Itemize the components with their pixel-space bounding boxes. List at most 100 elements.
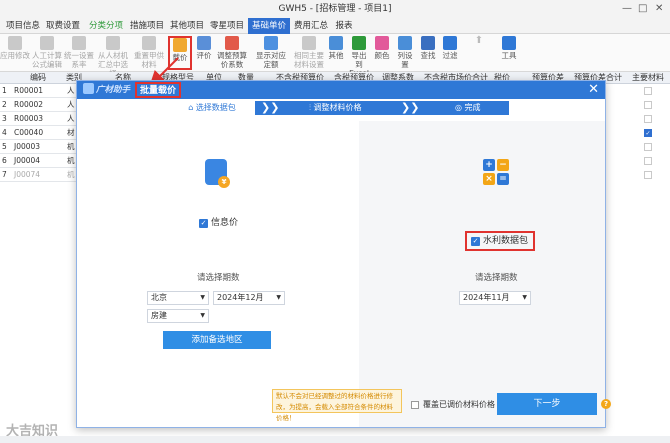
calculator-grid-icon: + − × = xyxy=(483,159,509,185)
close-icon[interactable]: ✕ xyxy=(588,81,599,99)
material-icon xyxy=(302,36,316,50)
color-button[interactable]: 颜色 xyxy=(372,36,392,70)
palette-icon xyxy=(375,36,389,50)
funnel-icon xyxy=(443,36,457,50)
window-titlebar: GWH5 - [招标管理 - 项目1] — □ ✕ xyxy=(0,0,670,18)
check-circle-icon: ◎ xyxy=(455,103,465,112)
chevron-down-icon: ▼ xyxy=(200,294,205,301)
unified-rate-button[interactable]: 统一设置系率 xyxy=(64,36,94,70)
province-select[interactable]: 北京 ▼ xyxy=(147,291,209,305)
minimize-icon[interactable]: — xyxy=(622,0,632,18)
step-finish: ◎ 完成 xyxy=(455,103,481,112)
table-row[interactable]: 4 C00040 材 xyxy=(0,126,80,140)
col-main-material[interactable]: 主要材料 xyxy=(632,72,664,84)
window-title: GWH5 - [招标管理 - 项目1] xyxy=(278,4,392,14)
quota-icon xyxy=(264,36,278,50)
column-settings-button[interactable]: 列设置 xyxy=(394,36,416,70)
package-icon: ⌂ xyxy=(188,103,196,112)
tab-measure-items[interactable]: 措施项目 xyxy=(128,18,166,34)
tab-fee-settings[interactable]: 取费设置 xyxy=(44,18,82,34)
tab-sporadic-items[interactable]: 零星项目 xyxy=(208,18,246,34)
table-row[interactable]: 2 R00002 人 xyxy=(0,98,80,112)
period-label: 请选择期数 xyxy=(475,273,518,283)
period-label: 请选择期数 xyxy=(197,273,240,283)
tab-other-items[interactable]: 其他项目 xyxy=(168,18,206,34)
find-button[interactable]: 查找 xyxy=(418,36,438,70)
reset-icon xyxy=(142,36,156,50)
tab-project-info[interactable]: 项目信息 xyxy=(4,18,42,34)
chevron-right-icon: ❯❯ xyxy=(261,101,280,114)
tab-classified-items[interactable]: 分类分项 xyxy=(86,18,126,34)
dialog-header: 广材助手 批量载价 ✕ xyxy=(77,81,605,99)
menu-bar: 项目信息 取费设置 分类分项 措施项目 其他项目 零星项目 基础单价 费用汇总 … xyxy=(0,18,670,34)
maximize-icon[interactable]: □ xyxy=(638,0,647,18)
table-row[interactable]: 7 J00074 机 xyxy=(0,168,80,182)
chevron-down-icon: ▼ xyxy=(200,312,205,319)
batch-load-price-dialog: 广材助手 批量载价 ✕ ⌂ 选择数据包 ❯❯ ⫶ 调整材料价格 ❯❯ ◎ 完成 … xyxy=(76,80,611,428)
tab-base-price[interactable]: 基础单价 xyxy=(248,18,290,34)
main-material-checkbox[interactable] xyxy=(644,87,652,95)
close-window-icon[interactable]: ✕ xyxy=(655,0,663,18)
rate-icon xyxy=(72,36,86,50)
info-period-select[interactable]: 2024年12月 ▼ xyxy=(213,291,285,305)
main-material-checkbox[interactable]: ✓ xyxy=(644,129,652,137)
binoculars-icon xyxy=(421,36,435,50)
col-code[interactable]: 编码 xyxy=(30,72,46,84)
tools-button[interactable]: 工具 xyxy=(498,36,520,70)
dialog-title: 批量载价 xyxy=(135,82,182,98)
evaluate-icon xyxy=(197,36,211,50)
info-price-label: 信息价 xyxy=(211,218,239,228)
table-row[interactable]: 5 J00003 机 xyxy=(0,140,80,154)
info-price-panel: ¥ ✓ 信息价 请选择期数 北京 ▼ 2024年12月 ▼ 房建 ▼ 添加备选地区 xyxy=(77,121,359,427)
overwrite-checkbox[interactable] xyxy=(411,401,419,409)
show-quota-button[interactable]: 显示对应定额 xyxy=(254,36,288,70)
overwrite-label: 覆盖已调价材料价格 xyxy=(423,400,495,409)
formula-icon xyxy=(40,36,54,50)
apply-changes-button[interactable]: 应用修改 xyxy=(0,36,30,70)
main-material-checkbox[interactable] xyxy=(644,143,652,151)
main-material-checkbox[interactable] xyxy=(644,157,652,165)
load-price-button[interactable]: 载价 xyxy=(168,36,192,70)
main-material-checkbox[interactable] xyxy=(644,101,652,109)
arrow-up-icon: ⬆ xyxy=(474,35,484,46)
next-button[interactable]: 下一步 xyxy=(497,393,597,415)
evaluate-button[interactable]: 评价 xyxy=(194,36,214,70)
help-icon[interactable]: ? xyxy=(601,399,611,409)
table-row[interactable]: 1 R00001 人 xyxy=(0,84,80,98)
wizard-steps: ⌂ 选择数据包 ❯❯ ⫶ 调整材料价格 ❯❯ ◎ 完成 xyxy=(169,101,509,115)
step-select-package: ⌂ 选择数据包 xyxy=(169,101,255,115)
labor-formula-button[interactable]: 人工计算公式编辑 xyxy=(32,36,62,70)
summary-icon xyxy=(106,36,120,50)
add-region-button[interactable]: 添加备选地区 xyxy=(163,331,271,349)
filter-button[interactable]: 过滤 xyxy=(440,36,460,70)
water-period-select[interactable]: 2024年11月 ▼ xyxy=(459,291,531,305)
overwrite-tip: 默认不会对已经调整过的材料价格进行修改，为提高，会载入全部符合条件的材料价格！ xyxy=(272,389,402,422)
logo-icon xyxy=(83,83,94,94)
table-row[interactable]: 6 J00004 机 xyxy=(0,154,80,168)
main-material-checkbox[interactable] xyxy=(644,171,652,179)
calculator-coin-icon: ¥ xyxy=(205,159,230,188)
columns-icon xyxy=(398,36,412,50)
tab-report[interactable]: 报表 xyxy=(332,18,356,34)
table-row[interactable]: 3 R00003 人 xyxy=(0,112,80,126)
info-price-checkbox[interactable]: ✓ xyxy=(199,219,208,228)
chevron-right-icon: ❯❯ xyxy=(401,101,420,114)
chevron-down-icon: ▼ xyxy=(276,294,281,301)
adjust-coefficient-button[interactable]: 调整预算价系数 xyxy=(214,36,250,70)
move-up-button[interactable]: ⬆ xyxy=(470,36,488,70)
export-excel-button[interactable]: 导出到Excel xyxy=(348,36,370,78)
adjust-icon xyxy=(225,36,239,50)
excel-icon xyxy=(352,36,366,50)
apply-icon xyxy=(8,36,22,50)
same-material-button[interactable]: 相同主要材料设置 xyxy=(292,36,326,70)
tab-fee-summary[interactable]: 费用汇总 xyxy=(292,18,330,34)
toolbar: 应用修改 人工计算公式编辑 统一设置系率 从人材机汇总中选择 重置甲供材料 载价… xyxy=(0,34,670,78)
water-package-label: 水利数据包 xyxy=(483,236,529,246)
reset-supplied-material-button[interactable]: 重置甲供材料 xyxy=(134,36,164,70)
select-from-summary-button[interactable]: 从人材机汇总中选择 xyxy=(98,36,128,78)
category-select[interactable]: 房建 ▼ xyxy=(147,309,209,323)
other-button[interactable]: 其他 xyxy=(326,36,346,70)
main-material-checkbox[interactable] xyxy=(644,115,652,123)
tools-icon xyxy=(502,36,516,50)
water-package-checkbox[interactable]: ✓ xyxy=(471,237,480,246)
